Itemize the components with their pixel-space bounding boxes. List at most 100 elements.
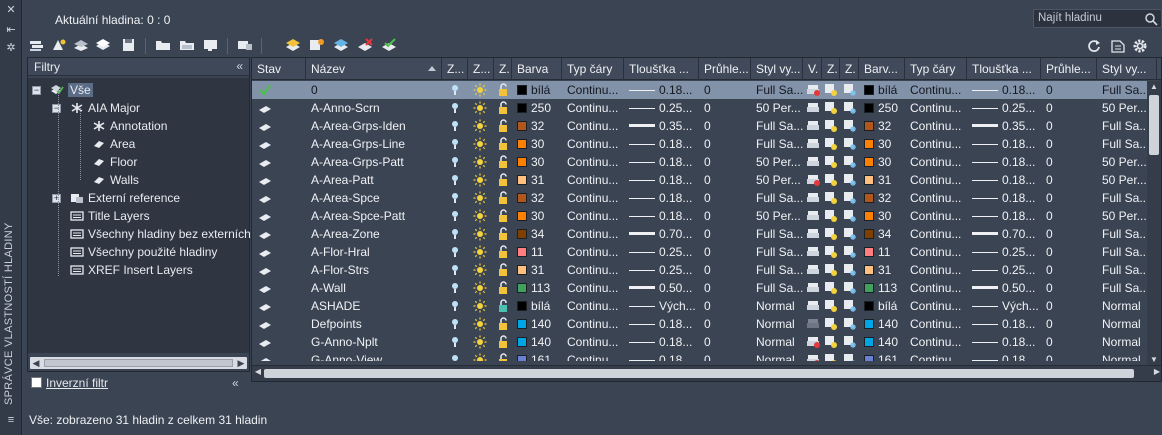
- linetype[interactable]: Continu...: [562, 243, 624, 261]
- vp-color[interactable]: 32: [859, 189, 905, 207]
- merge-layer-icon[interactable]: [333, 38, 349, 52]
- column-header[interactable]: Barv...: [859, 58, 905, 80]
- filter-tree-item[interactable]: Annotation: [92, 117, 167, 135]
- plot-style[interactable]: Full Sa...: [751, 135, 803, 153]
- linetype[interactable]: Continu...: [562, 351, 624, 361]
- vp-freeze-icon[interactable]: [843, 335, 857, 349]
- new-vp-freeze-icon[interactable]: [824, 281, 838, 295]
- column-header[interactable]: Styl vy...: [751, 58, 803, 80]
- vp-transparency[interactable]: 0: [1041, 207, 1097, 225]
- scroll-right-icon[interactable]: ▶: [1152, 367, 1161, 376]
- vp-transparency[interactable]: 0: [1041, 171, 1097, 189]
- transparency[interactable]: 0: [699, 189, 751, 207]
- freeze-sun-icon[interactable]: [473, 245, 487, 259]
- vp-freeze-icon[interactable]: [843, 191, 857, 205]
- plot-style[interactable]: Full Sa...: [751, 225, 803, 243]
- transparency[interactable]: 0: [699, 135, 751, 153]
- transparency[interactable]: 0: [699, 207, 751, 225]
- lock-icon[interactable]: [496, 191, 510, 205]
- scroll-left-icon[interactable]: ◀: [253, 367, 263, 376]
- column-header[interactable]: Z...: [442, 58, 468, 80]
- layer-color[interactable]: 30: [512, 135, 562, 153]
- vp-transparency[interactable]: 0: [1041, 81, 1097, 99]
- on-off-bulb-icon[interactable]: [448, 335, 462, 349]
- plot-style[interactable]: Normal: [751, 297, 803, 315]
- new-vp-freeze-icon[interactable]: [824, 263, 838, 277]
- filter-tree-item[interactable]: Area: [92, 135, 135, 153]
- linetype[interactable]: Continu...: [562, 207, 624, 225]
- filter-tree-item[interactable]: Title Layers: [70, 207, 150, 225]
- layer-color[interactable]: 161: [512, 351, 562, 361]
- new-vp-freeze-icon[interactable]: [824, 155, 838, 169]
- layer-status-icon[interactable]: [258, 335, 272, 349]
- vp-color[interactable]: 32: [859, 117, 905, 135]
- linetype[interactable]: Continu...: [562, 261, 624, 279]
- plot-icon[interactable]: [806, 101, 820, 115]
- plot-icon[interactable]: [806, 299, 820, 313]
- vp-color[interactable]: 113: [859, 279, 905, 297]
- layer-color[interactable]: 30: [512, 153, 562, 171]
- layer-walk-icon[interactable]: [237, 38, 253, 52]
- vp-freeze-icon[interactable]: [843, 281, 857, 295]
- vp-transparency[interactable]: 0: [1041, 279, 1097, 297]
- vp-freeze-icon[interactable]: [843, 245, 857, 259]
- vp-plot-style[interactable]: Full Sa...: [1097, 279, 1147, 297]
- vp-transparency[interactable]: 0: [1041, 189, 1097, 207]
- new-layer-icon[interactable]: [95, 38, 111, 52]
- on-off-bulb-icon[interactable]: [448, 155, 462, 169]
- lineweight[interactable]: 0.35...: [624, 117, 699, 135]
- vp-plot-style[interactable]: Full Sa...: [1097, 189, 1147, 207]
- vp-plot-style[interactable]: Full Sa...: [1097, 261, 1147, 279]
- transparency[interactable]: 0: [699, 333, 751, 351]
- vp-plot-style[interactable]: Normal: [1097, 351, 1147, 361]
- vp-transparency[interactable]: 0: [1041, 351, 1097, 361]
- plot-icon[interactable]: [806, 263, 820, 277]
- layer-name[interactable]: A-Flor-Hral: [306, 243, 442, 261]
- table-row[interactable]: A-Area-Spce 32 Continu... 0.18... 0 Full Sa..…: [252, 189, 1161, 207]
- vp-plot-style[interactable]: Full Sa...: [1097, 225, 1147, 243]
- lock-icon[interactable]: [496, 137, 510, 151]
- vp-linetype[interactable]: Continu...: [905, 81, 967, 99]
- collapse-icon[interactable]: −: [32, 86, 41, 95]
- lock-icon[interactable]: [496, 83, 510, 97]
- layer-settings-icon[interactable]: [1110, 38, 1126, 54]
- plot-style[interactable]: Full Sa...: [751, 81, 803, 99]
- vp-lineweight[interactable]: 0.18...: [967, 135, 1041, 153]
- linetype[interactable]: Continu...: [562, 333, 624, 351]
- on-off-bulb-icon[interactable]: [448, 101, 462, 115]
- vp-transparency[interactable]: 0: [1041, 225, 1097, 243]
- layer-name[interactable]: A-Area-Spce-Patt: [306, 207, 442, 225]
- plot-disabled-icon[interactable]: [806, 317, 820, 331]
- linetype[interactable]: Continu...: [562, 81, 624, 99]
- on-off-bulb-icon[interactable]: [448, 227, 462, 241]
- filter-tree-hscrollbar[interactable]: ◀ ▶: [30, 357, 247, 369]
- layer-status-icon[interactable]: [258, 137, 272, 151]
- column-header[interactable]: Typ čáry: [562, 58, 624, 80]
- layer-name[interactable]: A-Area-Patt: [306, 171, 442, 189]
- lock-icon[interactable]: [496, 209, 510, 223]
- vp-color[interactable]: bílá: [859, 297, 905, 315]
- vp-color[interactable]: 30: [859, 135, 905, 153]
- delete-layer-icon[interactable]: [357, 38, 373, 52]
- table-row[interactable]: 0 bílá Continu... 0.18... 0 Full Sa... bílá Con…: [252, 81, 1161, 99]
- freeze-sun-icon[interactable]: [473, 83, 487, 97]
- vp-plot-style[interactable]: 50 Per...: [1097, 207, 1147, 225]
- search-input[interactable]: Najít hladinu: [1033, 9, 1162, 28]
- table-row[interactable]: G-Anno-Nplt 140 Continu... 0.18... 0 Normal 14…: [252, 333, 1161, 351]
- vp-freeze-icon[interactable]: [843, 83, 857, 97]
- no-plot-icon[interactable]: [806, 83, 820, 97]
- lock-icon[interactable]: [496, 227, 510, 241]
- on-off-bulb-icon[interactable]: [448, 83, 462, 97]
- vp-freeze-icon[interactable]: [843, 353, 857, 361]
- new-vp-freeze-icon[interactable]: [824, 209, 838, 223]
- linetype[interactable]: Continu...: [562, 189, 624, 207]
- lineweight[interactable]: 0.18...: [624, 81, 699, 99]
- on-off-bulb-icon[interactable]: [448, 173, 462, 187]
- plot-icon[interactable]: [806, 191, 820, 205]
- new-vp-freeze-icon[interactable]: [824, 173, 838, 187]
- lock-icon[interactable]: [496, 119, 510, 133]
- vp-lineweight[interactable]: 0.50...: [967, 279, 1041, 297]
- linetype[interactable]: Continu...: [562, 315, 624, 333]
- vp-lineweight[interactable]: 0.18...: [967, 81, 1041, 99]
- linetype[interactable]: Continu...: [562, 171, 624, 189]
